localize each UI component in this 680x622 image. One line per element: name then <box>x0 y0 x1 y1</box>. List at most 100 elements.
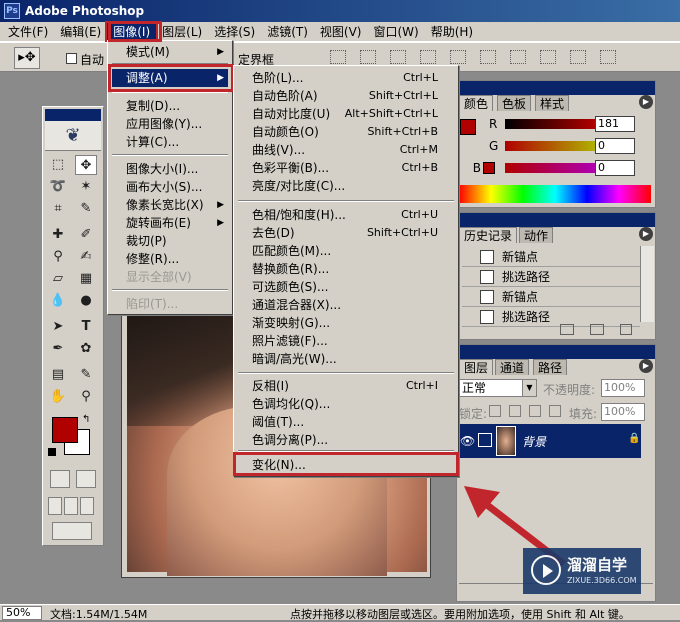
menu-item-pixel-aspect[interactable]: 像素长宽比(X) ▶ <box>112 196 228 214</box>
lock-image-icon[interactable] <box>509 405 521 417</box>
b-value-field[interactable]: 0 <box>595 160 635 176</box>
menu-item-photo-filter[interactable]: 照片滤镜(F)... <box>238 332 454 350</box>
menu-item-equalize[interactable]: 色调均化(Q)... <box>238 395 454 413</box>
eyedropper-tool-icon[interactable]: ✎ <box>75 365 97 385</box>
menu-item-mode[interactable]: 模式(M) ▶ <box>112 43 228 61</box>
layer-visibility-eye-icon[interactable]: 👁 <box>460 434 475 448</box>
menu-item-duplicate[interactable]: 复制(D)... <box>112 97 228 115</box>
align-right-icon[interactable] <box>480 50 496 64</box>
slice-tool-icon[interactable]: ✎ <box>75 199 97 219</box>
history-panel-menu-icon[interactable]: ▶ <box>639 227 653 241</box>
align-bottom-icon[interactable] <box>390 50 406 64</box>
menu-item-calculations[interactable]: 计算(C)... <box>112 133 228 151</box>
tab-channels[interactable]: 通道 <box>495 359 530 375</box>
menu-item-auto-levels[interactable]: 自动色阶(A) Shift+Ctrl+L <box>238 87 454 105</box>
history-item[interactable]: 新锚点 <box>462 248 640 267</box>
blur-tool-icon[interactable]: 💧 <box>47 291 69 311</box>
clone-stamp-tool-icon[interactable]: ⚲ <box>47 247 69 267</box>
gradient-tool-icon[interactable]: ▦ <box>75 269 97 289</box>
tab-color[interactable]: 颜色 <box>459 95 494 111</box>
lock-all-icon[interactable] <box>549 405 561 417</box>
marquee-tool-icon[interactable]: ⬚ <box>47 155 69 175</box>
menu-layer[interactable]: 图层(L) <box>156 23 208 41</box>
pen-tool-icon[interactable]: ✒ <box>47 339 69 359</box>
standard-mode-icon[interactable] <box>50 470 70 488</box>
jump-to-imageready-icon[interactable] <box>52 522 92 540</box>
history-item[interactable]: 挑选路径 <box>462 268 640 287</box>
menu-item-selective-color[interactable]: 可选颜色(S)... <box>238 278 454 296</box>
screen-mode-standard-icon[interactable] <box>48 497 62 515</box>
menu-filter[interactable]: 滤镜(T) <box>261 23 314 41</box>
quick-mask-mode-icon[interactable] <box>76 470 96 488</box>
menu-item-gradient-map[interactable]: 渐变映射(G)... <box>238 314 454 332</box>
color-panel-fg-swatch[interactable] <box>460 119 476 135</box>
tab-styles[interactable]: 样式 <box>535 95 570 111</box>
distribute-left-icon[interactable] <box>600 50 616 64</box>
menu-item-auto-contrast[interactable]: 自动对比度(U) Alt+Shift+Ctrl+L <box>238 105 454 123</box>
distribute-vcenter-icon[interactable] <box>540 50 556 64</box>
menu-select[interactable]: 选择(S) <box>208 23 261 41</box>
align-left-icon[interactable] <box>420 50 436 64</box>
menu-help[interactable]: 帮助(H) <box>425 23 479 41</box>
menu-item-crop[interactable]: 裁切(P) <box>112 232 228 250</box>
new-snapshot-icon[interactable] <box>560 324 574 335</box>
screen-mode-full-menu-icon[interactable] <box>64 497 78 515</box>
move-tool-preset-icon[interactable]: ▸✥ <box>14 47 40 69</box>
lock-position-icon[interactable] <box>529 405 541 417</box>
history-trash-icon[interactable] <box>620 324 632 335</box>
dodge-tool-icon[interactable]: ● <box>75 291 97 311</box>
menu-window[interactable]: 窗口(W) <box>367 23 424 41</box>
foreground-color-swatch[interactable] <box>52 417 78 443</box>
distribute-bottom-icon[interactable] <box>570 50 586 64</box>
distribute-top-icon[interactable] <box>510 50 526 64</box>
healing-brush-tool-icon[interactable]: ✚ <box>47 225 69 245</box>
blend-mode-select[interactable]: 正常 ▼ <box>459 379 537 397</box>
menu-edit[interactable]: 编辑(E) <box>54 23 107 41</box>
menu-item-apply-image[interactable]: 应用图像(Y)... <box>112 115 228 133</box>
menu-item-threshold[interactable]: 阈值(T)... <box>238 413 454 431</box>
menu-item-desaturate[interactable]: 去色(D) Shift+Ctrl+U <box>238 224 454 242</box>
g-value-field[interactable]: 0 <box>595 138 635 154</box>
menu-item-curves[interactable]: 曲线(V)... Ctrl+M <box>238 141 454 159</box>
menu-item-hue-saturation[interactable]: 色相/饱和度(H)... Ctrl+U <box>238 206 454 224</box>
custom-shape-tool-icon[interactable]: ✿ <box>75 339 97 359</box>
notes-tool-icon[interactable]: ▤ <box>47 365 69 385</box>
move-tool-icon[interactable]: ✥ <box>75 155 97 175</box>
magic-wand-tool-icon[interactable]: ✶ <box>75 177 97 197</box>
menu-item-color-balance[interactable]: 色彩平衡(B)... Ctrl+B <box>238 159 454 177</box>
swap-colors-icon[interactable]: ↰ <box>82 414 90 425</box>
menu-item-match-color[interactable]: 匹配颜色(M)... <box>238 242 454 260</box>
menu-item-shadow-highlight[interactable]: 暗调/高光(W)... <box>238 350 454 368</box>
zoom-tool-icon[interactable]: ⚲ <box>75 387 97 407</box>
zoom-field[interactable]: 50% <box>2 606 42 620</box>
align-hcenter-icon[interactable] <box>450 50 466 64</box>
history-item[interactable]: 新锚点 <box>462 288 640 307</box>
default-colors-icon[interactable] <box>48 448 56 456</box>
screen-mode-full-icon[interactable] <box>80 497 94 515</box>
fill-field[interactable]: 100% <box>601 403 645 421</box>
menu-item-replace-color[interactable]: 替换颜色(R)... <box>238 260 454 278</box>
opacity-field[interactable]: 100% <box>601 379 645 397</box>
align-top-icon[interactable] <box>330 50 346 64</box>
layer-brush-icon[interactable] <box>478 433 492 447</box>
menu-item-brightness-contrast[interactable]: 亮度/对比度(C)... <box>238 177 454 195</box>
menu-item-invert[interactable]: 反相(I) Ctrl+I <box>238 377 454 395</box>
tab-layers[interactable]: 图层 <box>459 359 494 375</box>
menu-item-channel-mixer[interactable]: 通道混合器(X)... <box>238 296 454 314</box>
history-brush-tool-icon[interactable]: ✍ <box>75 247 97 267</box>
menu-view[interactable]: 视图(V) <box>314 23 368 41</box>
color-spectrum-bar[interactable] <box>459 185 651 203</box>
type-tool-icon[interactable]: T <box>75 317 97 337</box>
layers-panel-menu-icon[interactable]: ▶ <box>639 359 653 373</box>
lock-transparency-icon[interactable] <box>489 405 501 417</box>
new-document-from-state-icon[interactable] <box>590 324 604 335</box>
r-value-field[interactable]: 181 <box>595 116 635 132</box>
menu-item-trim[interactable]: 修整(R)... <box>112 250 228 268</box>
auto-select-checkbox[interactable] <box>66 53 77 64</box>
tab-swatches[interactable]: 色板 <box>497 95 532 111</box>
lasso-tool-icon[interactable]: ➰ <box>47 177 69 197</box>
crop-tool-icon[interactable]: ⌗ <box>47 199 69 219</box>
eraser-tool-icon[interactable]: ▱ <box>47 269 69 289</box>
brush-tool-icon[interactable]: ✐ <box>75 225 97 245</box>
hand-tool-icon[interactable]: ✋ <box>47 387 69 407</box>
